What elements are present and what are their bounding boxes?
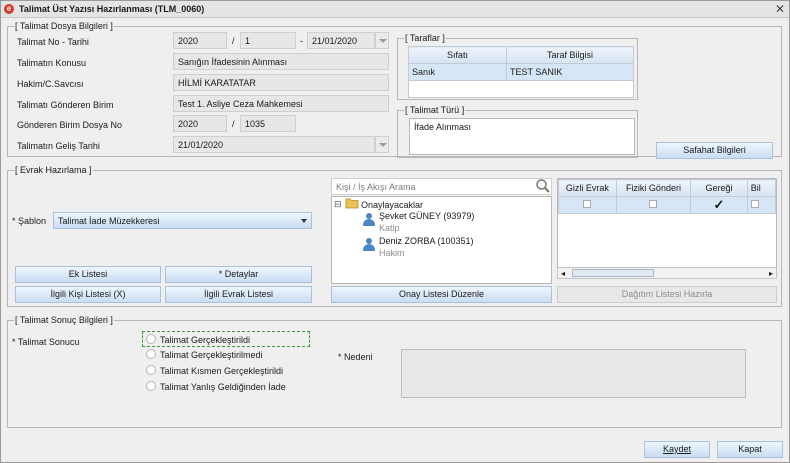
konusu-field[interactable]: Sanığın İfadesinin Alınması: [173, 53, 389, 70]
nedeni-field[interactable]: [401, 349, 746, 398]
column-header[interactable]: Fiziki Gönderi: [615, 179, 692, 197]
ilgili-kisi-button[interactable]: İlgili Kişi Listesi (X): [15, 286, 161, 303]
window-title: Talimat Üst Yazısı Hazırlanması (TLM_006…: [19, 4, 205, 14]
app-window: e Talimat Üst Yazısı Hazırlanması (TLM_0…: [0, 0, 790, 463]
gizli-checkbox[interactable]: [583, 200, 592, 208]
sonuc-option-label[interactable]: Talimat Kısmen Gerçekleştirildi: [160, 366, 283, 376]
tree-person-name[interactable]: Şevket GÜNEY (93979): [379, 211, 474, 221]
tree-person-name[interactable]: Deniz ZORBA (100351): [379, 236, 474, 246]
sablon-select[interactable]: Talimat İade Müzekkeresi: [53, 212, 312, 229]
ek-listesi-button[interactable]: Ek Listesi: [15, 266, 161, 283]
column-header[interactable]: Bil: [746, 179, 776, 197]
dagitim-listesi-button[interactable]: Dağıtım Listesi Hazırla: [557, 286, 777, 303]
turu-legend: [ Talimat Türü ]: [404, 105, 466, 115]
dosya-panel: [ Talimat Dosya Bilgileri ]: [7, 21, 782, 157]
detaylar-button[interactable]: * Detaylar: [165, 266, 312, 283]
kaydet-button[interactable]: Kaydet: [644, 441, 710, 458]
sonuc-label: * Talimat Sonucu: [12, 337, 80, 347]
dosya-legend: [ Talimat Dosya Bilgileri ]: [14, 21, 114, 31]
date-picker-button[interactable]: [375, 32, 389, 49]
column-header[interactable]: Gereği: [690, 179, 748, 197]
dosya-separator: /: [232, 119, 235, 129]
gonderen-label: Talimatı Gönderen Birim: [17, 100, 114, 110]
column-header[interactable]: Taraf Bilgisi: [506, 46, 634, 64]
title-bar: e Talimat Üst Yazısı Hazırlanması (TLM_0…: [1, 1, 789, 18]
ilgili-evrak-button[interactable]: İlgili Evrak Listesi: [165, 286, 312, 303]
taraflar-table: Sıfatı Taraf Bilgisi Sanık TEST SANIK: [408, 46, 634, 98]
table-row[interactable]: Sanık TEST SANIK: [408, 63, 634, 81]
app-icon: e: [4, 4, 14, 14]
kaydet-label: Kaydet: [662, 444, 692, 454]
table-row[interactable]: ✓: [558, 196, 776, 214]
no-tarihi-label: Talimat No - Tarihi: [17, 37, 89, 47]
gereği-check-icon[interactable]: ✓: [690, 196, 748, 214]
sablon-label: * Şablon: [12, 216, 47, 226]
gonderen-field[interactable]: Test 1. Asliye Ceza Mahkemesi: [173, 95, 389, 112]
sonuc-radio[interactable]: [146, 365, 156, 375]
hakim-field[interactable]: HİLMİ KARATATAR: [173, 74, 389, 91]
sonuc-legend: [ Talimat Sonuç Bilgileri ]: [14, 315, 114, 325]
no-separator: /: [232, 36, 235, 46]
dagitim-grid: Gizli Evrak Fiziki Gönderi Gereği Bil ✓: [557, 178, 777, 279]
gelis-date-field[interactable]: 21/01/2020: [173, 136, 375, 153]
gelis-label: Talimatın Geliş Tarihi: [17, 141, 100, 151]
turu-field[interactable]: İfade Alınması: [409, 118, 635, 155]
tree-person-role: Hakim: [379, 248, 405, 258]
close-icon[interactable]: ✕: [775, 2, 785, 16]
tree-collapse-icon[interactable]: ⊟: [334, 199, 342, 210]
kapat-label: Kapat: [738, 444, 762, 454]
horizontal-scrollbar[interactable]: ◂ ▸: [557, 267, 777, 279]
fiziki-checkbox[interactable]: [649, 200, 658, 208]
tree-person-role: Katip: [379, 223, 400, 233]
sonuc-radio[interactable]: [146, 334, 156, 344]
dosya-number-field[interactable]: 1035: [240, 115, 296, 132]
kisi-search-input[interactable]: Kişi / İş Akışı Arama: [331, 178, 552, 195]
no-number-field[interactable]: 1: [240, 32, 296, 49]
bil-checkbox[interactable]: [750, 200, 759, 208]
no-year-field[interactable]: 2020: [173, 32, 227, 49]
person-icon: [362, 213, 376, 227]
sonuc-option-label[interactable]: Talimat Yanlış Geldiğinden İade: [160, 382, 286, 392]
sonuc-radio[interactable]: [146, 381, 156, 391]
scroll-right-icon[interactable]: ▸: [769, 269, 773, 278]
sonuc-option-label[interactable]: Talimat Gerçekleştirilmedi: [160, 350, 263, 360]
dosya-year-field[interactable]: 2020: [173, 115, 227, 132]
column-header[interactable]: Gizli Evrak: [558, 179, 617, 197]
column-header[interactable]: Sıfatı: [408, 46, 507, 64]
table-cell: TEST SANIK: [506, 63, 634, 81]
chevron-down-icon: [301, 219, 307, 223]
kapat-button[interactable]: Kapat: [717, 441, 783, 458]
table-cell: Sanık: [408, 63, 507, 81]
search-icon[interactable]: [535, 178, 551, 194]
onay-listesi-button[interactable]: Onay Listesi Düzenle: [331, 286, 552, 303]
safahat-button[interactable]: Safahat Bilgileri: [656, 142, 773, 159]
evrak-legend: [ Evrak Hazırlama ]: [14, 165, 93, 175]
konusu-label: Talimatın Konusu: [17, 58, 87, 68]
gelis-date-picker-button[interactable]: [375, 136, 389, 153]
hakim-label: Hakim/C.Savcısı: [17, 79, 84, 89]
search-placeholder: Kişi / İş Akışı Arama: [336, 182, 416, 192]
tree-root-label[interactable]: Onaylayacaklar: [361, 200, 423, 210]
sablon-value: Talimat İade Müzekkeresi: [58, 216, 160, 226]
scroll-left-icon[interactable]: ◂: [561, 269, 565, 278]
taraflar-legend: [ Taraflar ]: [404, 33, 446, 43]
folder-icon: [345, 198, 359, 209]
talimat-date-field[interactable]: 21/01/2020: [307, 32, 375, 49]
sonuc-option-label[interactable]: Talimat Gerçekleştirildi: [160, 335, 250, 345]
sonuc-radio[interactable]: [146, 349, 156, 359]
dosya-no-label: Gönderen Birim Dosya No: [17, 120, 123, 130]
person-icon: [362, 238, 376, 252]
date-separator: -: [300, 36, 303, 46]
nedeni-label: * Nedeni: [338, 352, 373, 362]
scroll-thumb[interactable]: [572, 269, 654, 277]
